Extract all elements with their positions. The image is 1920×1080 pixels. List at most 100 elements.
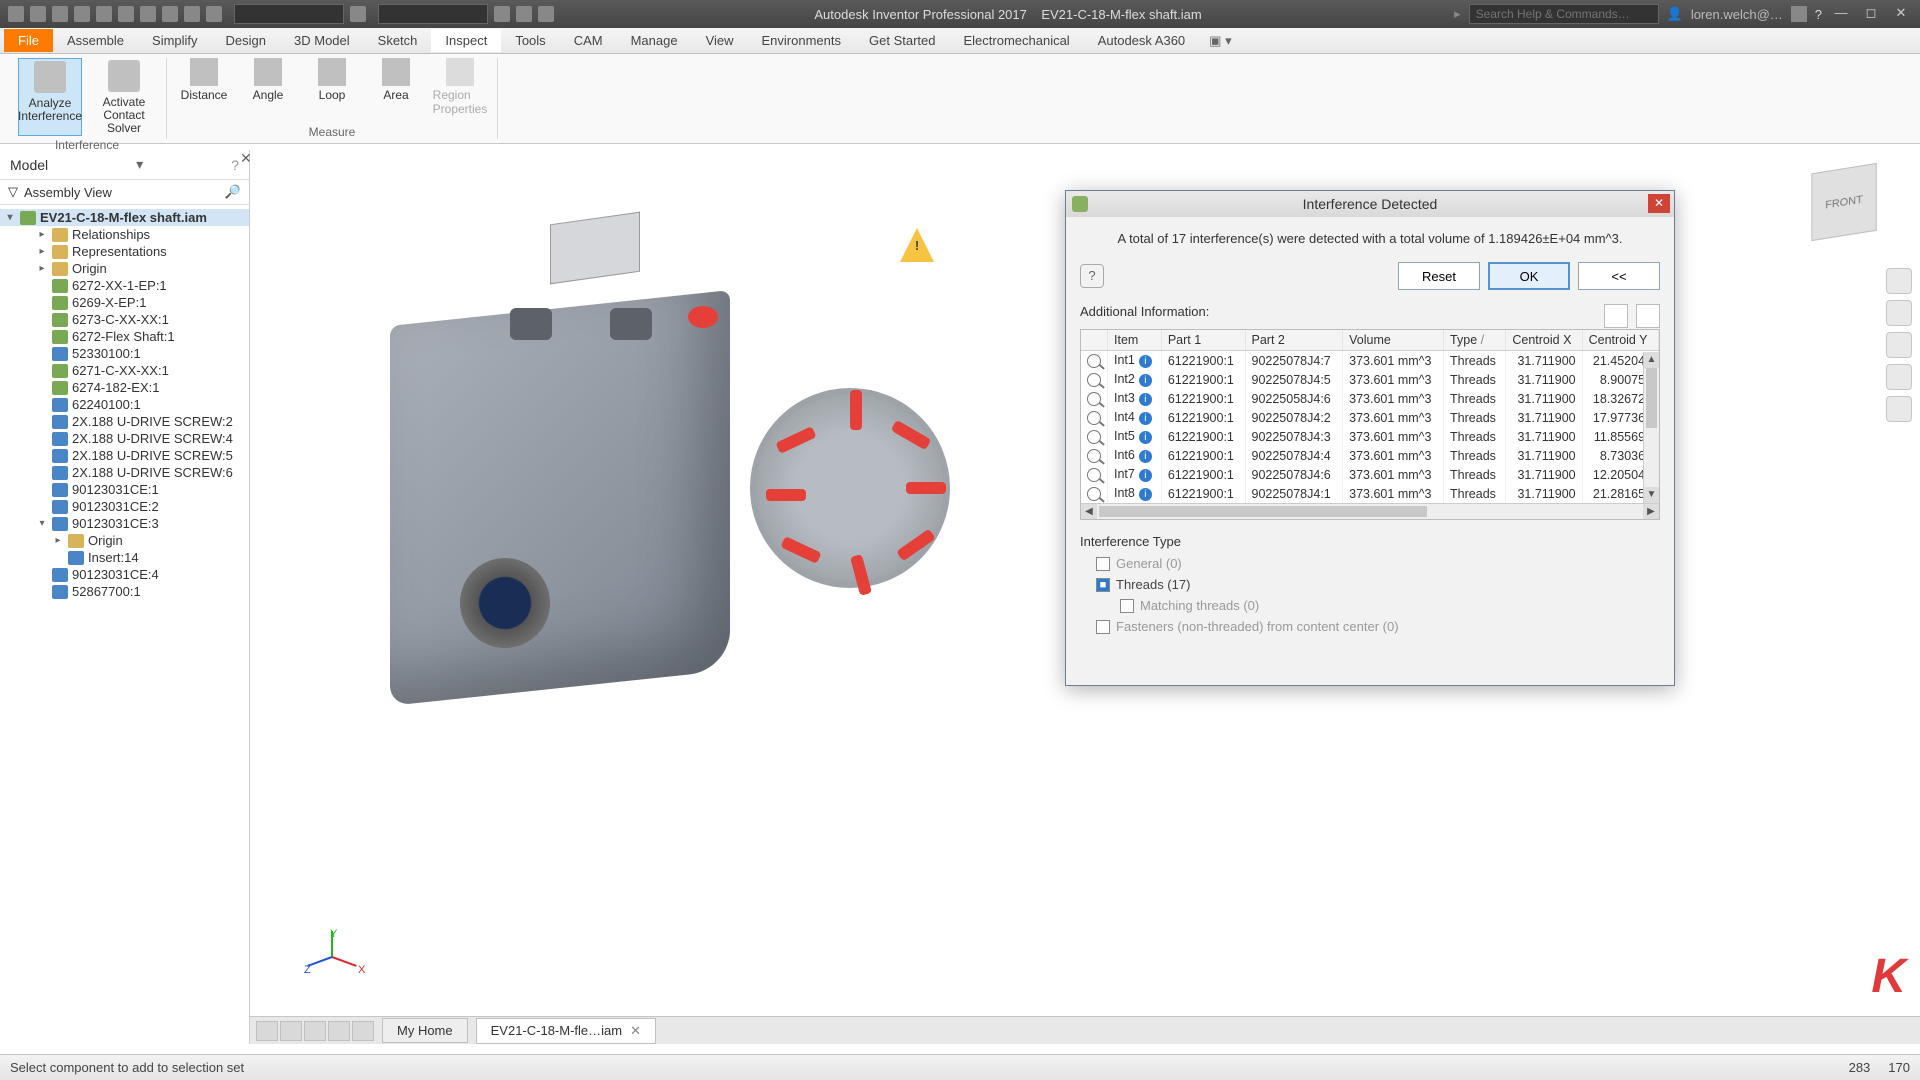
tree-node[interactable]: ▸Origin (0, 532, 249, 549)
tab-get-started[interactable]: Get Started (855, 29, 949, 52)
distance-button[interactable]: Distance (177, 58, 231, 123)
undo-icon[interactable] (96, 6, 112, 22)
table-row[interactable]: Int5i61221900:190225078J4:3373.601 mm^3T… (1081, 427, 1659, 446)
view-cube[interactable]: FRONT (1811, 163, 1876, 241)
select-icon[interactable] (184, 6, 200, 22)
table-row[interactable]: Int8i61221900:190225078J4:1373.601 mm^3T… (1081, 484, 1659, 503)
scroll-up-icon[interactable]: ▲ (1644, 352, 1659, 368)
col-centroid-x[interactable]: Centroid X (1506, 330, 1582, 351)
print-icon[interactable] (1636, 304, 1660, 328)
help-button[interactable]: ? (1080, 264, 1104, 288)
doctab-btn4[interactable] (328, 1021, 350, 1041)
material-dropdown[interactable] (234, 4, 344, 24)
horizontal-scrollbar[interactable]: ◀ ▶ (1081, 503, 1659, 519)
zoom-icon[interactable] (1087, 468, 1101, 482)
tree-node[interactable]: 6274-182-EX:1 (0, 379, 249, 396)
restore-button[interactable]: ◻ (1860, 5, 1882, 23)
table-row[interactable]: Int6i61221900:190225078J4:4373.601 mm^3T… (1081, 446, 1659, 465)
tab-design[interactable]: Design (212, 29, 280, 52)
tree-node[interactable]: Insert:14 (0, 549, 249, 566)
dialog-titlebar[interactable]: Interference Detected ✕ (1066, 191, 1674, 217)
tree-node[interactable]: ▸Origin (0, 260, 249, 277)
tab-cam[interactable]: CAM (560, 29, 617, 52)
info-icon[interactable]: i (1139, 355, 1152, 368)
zoom-icon[interactable] (1087, 449, 1101, 463)
tab-manage[interactable]: Manage (617, 29, 692, 52)
info-icon[interactable]: i (1139, 431, 1152, 444)
filter-icon[interactable]: ▽ (8, 184, 18, 200)
assembly-view-dropdown[interactable]: Assembly View (24, 185, 112, 200)
interference-table[interactable]: ItemPart 1Part 2VolumeType /Centroid XCe… (1080, 329, 1660, 520)
tab-active-doc[interactable]: EV21-C-18-M-fle…iam✕ (476, 1018, 656, 1044)
table-row[interactable]: Int7i61221900:190225078J4:6373.601 mm^3T… (1081, 465, 1659, 484)
tree-node[interactable]: 2X.188 U-DRIVE SCREW:2 (0, 413, 249, 430)
ok-button[interactable]: OK (1488, 262, 1570, 290)
update-icon[interactable] (162, 6, 178, 22)
analyze-interference-button[interactable]: Analyze Interference (18, 58, 82, 136)
signin-icon[interactable]: 👤 (1667, 6, 1683, 22)
tab-my-home[interactable]: My Home (382, 1018, 468, 1043)
tab-assemble[interactable]: Assemble (53, 29, 138, 52)
pan-icon[interactable] (1886, 300, 1912, 326)
angle-button[interactable]: Angle (241, 58, 295, 123)
tree-node[interactable]: 6272-XX-1-EP:1 (0, 277, 249, 294)
home-icon[interactable] (140, 6, 156, 22)
redo-icon[interactable] (118, 6, 134, 22)
doctab-btn1[interactable] (256, 1021, 278, 1041)
zoom-icon[interactable] (1087, 392, 1101, 406)
scroll-left-icon[interactable]: ◀ (1081, 504, 1097, 519)
general-checkbox[interactable]: General (0) (1080, 553, 1660, 574)
tree-node[interactable]: 2X.188 U-DRIVE SCREW:6 (0, 464, 249, 481)
doctab-btn5[interactable] (352, 1021, 374, 1041)
info-icon[interactable]: i (1139, 374, 1152, 387)
loop-button[interactable]: Loop (305, 58, 359, 123)
col-centroid-y[interactable]: Centroid Y (1582, 330, 1658, 351)
tree-node[interactable]: 62240100:1 (0, 396, 249, 413)
doctab-btn2[interactable] (280, 1021, 302, 1041)
table-row[interactable]: Int2i61221900:190225078J4:5373.601 mm^3T… (1081, 370, 1659, 389)
tree-node[interactable]: 52330100:1 (0, 345, 249, 362)
tree-node[interactable]: 2X.188 U-DRIVE SCREW:4 (0, 430, 249, 447)
appearance-dropdown[interactable] (378, 4, 488, 24)
plus-icon[interactable] (538, 6, 554, 22)
activate-contact-solver-button[interactable]: Activate Contact Solver (92, 58, 156, 136)
tab-sketch[interactable]: Sketch (364, 29, 432, 52)
info-icon[interactable]: i (1139, 393, 1152, 406)
ribbon-toggle-icon[interactable]: ▣ ▾ (1209, 33, 1231, 49)
zoom-icon[interactable] (1087, 430, 1101, 444)
close-button[interactable]: ✕ (1890, 5, 1912, 23)
zoom-icon[interactable] (1087, 487, 1101, 501)
measure-icon[interactable] (516, 6, 532, 22)
exchange-icon[interactable] (1791, 6, 1807, 22)
help-icon[interactable]: ? (1815, 7, 1822, 22)
tab-autodesk-a360[interactable]: Autodesk A360 (1084, 29, 1199, 52)
palette-icon[interactable] (494, 6, 510, 22)
tree-node[interactable]: ▸Representations (0, 243, 249, 260)
tab-close-icon[interactable]: ✕ (630, 1023, 641, 1039)
lookat-icon[interactable] (1886, 396, 1912, 422)
tree-node[interactable]: 52867700:1 (0, 583, 249, 600)
copy-icon[interactable] (1604, 304, 1628, 328)
tree-node[interactable]: 90123031CE:2 (0, 498, 249, 515)
minimize-button[interactable]: — (1830, 5, 1852, 23)
scroll-right-icon[interactable]: ▶ (1643, 504, 1659, 519)
threads-checkbox[interactable]: ■Threads (17) (1080, 574, 1660, 595)
region-properties-button[interactable]: Region Properties (433, 58, 487, 123)
material-icon[interactable] (206, 6, 222, 22)
tab-simplify[interactable]: Simplify (138, 29, 212, 52)
matching-threads-checkbox[interactable]: Matching threads (0) (1080, 595, 1660, 616)
tab-3d-model[interactable]: 3D Model (280, 29, 364, 52)
help-search[interactable] (1469, 4, 1659, 24)
app-icon[interactable] (8, 6, 24, 22)
find-icon[interactable]: 🔎 (225, 184, 241, 200)
area-button[interactable]: Area (369, 58, 423, 123)
col-type[interactable]: Type / (1444, 330, 1506, 351)
user-label[interactable]: loren.welch@… (1691, 7, 1783, 22)
col-volume[interactable]: Volume (1343, 330, 1444, 351)
steering-wheel-icon[interactable] (1886, 268, 1912, 294)
dialog-close-button[interactable]: ✕ (1648, 194, 1670, 213)
scroll-thumb-h[interactable] (1099, 506, 1427, 517)
browser-tree[interactable]: ▾EV21-C-18-M-flex shaft.iam▸Relationship… (0, 205, 249, 604)
new-icon[interactable] (30, 6, 46, 22)
zoom-icon[interactable] (1087, 373, 1101, 387)
